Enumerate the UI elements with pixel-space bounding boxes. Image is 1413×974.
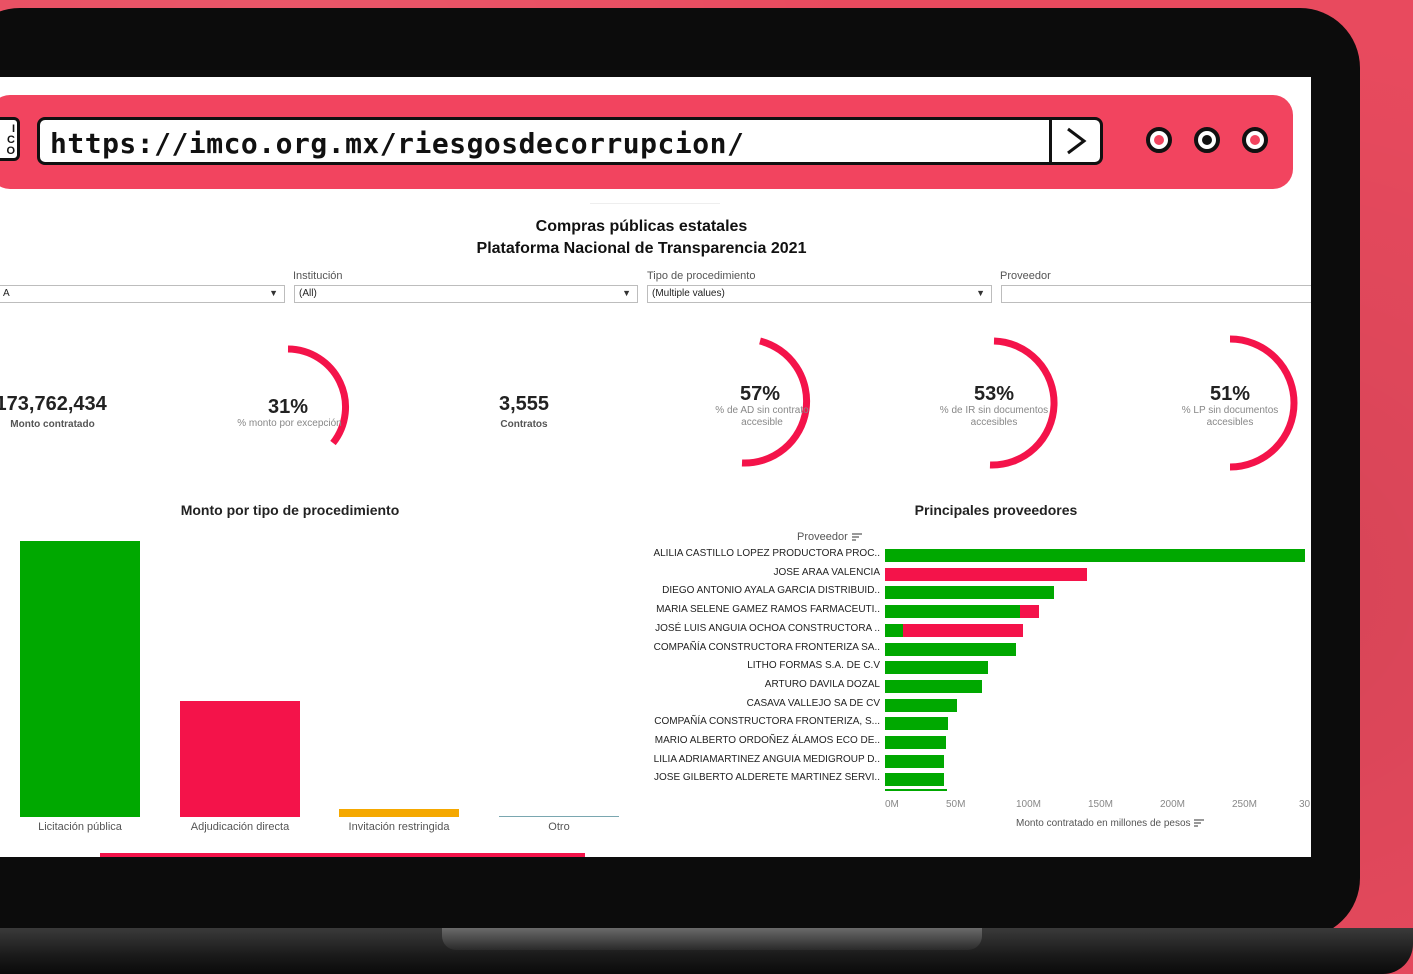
filter-proveedor-label: Proveedor xyxy=(1000,270,1051,282)
address-bar[interactable]: https://imco.org.mx/riesgosdecorrupcion/ xyxy=(37,117,1103,165)
kpi-contratos-label: Contratos xyxy=(500,419,548,430)
proveedor-header-label: Proveedor xyxy=(797,531,848,543)
kpi-lp-label-2: accesibles xyxy=(1206,417,1254,428)
proveedor-header[interactable]: Proveedor xyxy=(797,531,863,543)
tick-label: 250M xyxy=(1232,799,1258,810)
tick-label: COMPAÑÍA CONSTRUCTORA FRONTERIZA SA.. xyxy=(653,641,880,653)
sort-icon[interactable] xyxy=(851,532,863,542)
chevron-right-icon xyxy=(1067,127,1087,155)
bar[interactable] xyxy=(885,717,949,731)
tick-label: 30 xyxy=(1299,799,1311,810)
kpi-ad-label-1: % de AD sin contrato xyxy=(715,405,809,416)
chevron-down-icon: ▼ xyxy=(269,288,278,298)
filter-estado-value: A xyxy=(3,288,10,299)
tick-label: DIEGO ANTONIO AYALA GARCIA DISTRIBUID.. xyxy=(662,585,880,597)
kpi-monto-value: ,173,762,434 xyxy=(0,393,107,415)
dashboard-subtitle: Plataforma Nacional de Transparencia 202… xyxy=(476,240,807,257)
tick-label: Otro xyxy=(548,821,570,833)
url-text: https://imco.org.mx/riesgosdecorrupcion/ xyxy=(50,127,745,160)
laptop-notch xyxy=(442,928,982,950)
kpi-ad-label-2: accesible xyxy=(741,417,783,428)
bottom-accent-line xyxy=(100,853,585,857)
kpi-lp-value: 51% xyxy=(1209,383,1251,405)
bar[interactable] xyxy=(885,605,1021,619)
chevron-down-icon: ▼ xyxy=(622,288,631,298)
bar[interactable] xyxy=(885,623,904,637)
kpi-ir-label-2: accesibles xyxy=(970,417,1018,428)
chart-procedimiento-title: Monto por tipo de procedimiento xyxy=(180,502,400,518)
tick-label: Invitación restringida xyxy=(348,821,450,833)
bar[interactable] xyxy=(885,773,945,787)
filter-institucion-value: (All) xyxy=(299,288,317,299)
kpi-excepcion-label: % monto por excepción xyxy=(237,418,342,429)
window-button-2[interactable] xyxy=(1194,127,1220,153)
bar[interactable] xyxy=(499,816,619,817)
bar[interactable] xyxy=(20,541,140,817)
sort-icon[interactable] xyxy=(1193,818,1205,828)
divider xyxy=(590,203,720,204)
tick-label: MARIA SELENE GAMEZ RAMOS FARMACEUTI.. xyxy=(656,604,880,616)
x-axis-title[interactable]: Monto contratado en millones de pesos xyxy=(1016,818,1205,829)
kpi-excepcion-value: 31% xyxy=(267,396,309,418)
bar[interactable] xyxy=(885,679,983,693)
tick-label: JOSE GILBERTO ALDERETE MARTINEZ SERVI.. xyxy=(654,772,880,784)
baseline xyxy=(885,789,947,791)
filter-tipo-value: (Multiple values) xyxy=(652,288,725,299)
kpi-ir-label-1: % de IR sin documentos xyxy=(939,405,1049,416)
filter-tipo-label: Tipo de procedimiento xyxy=(647,270,756,282)
bar[interactable] xyxy=(885,661,988,675)
bar[interactable] xyxy=(885,698,957,712)
go-button[interactable] xyxy=(1049,120,1100,162)
tick-label: LILIA ADRIAMARTINEZ ANGUIA MEDIGROUP D.. xyxy=(653,753,880,765)
bar[interactable] xyxy=(903,623,1024,637)
tick-label: 0M xyxy=(885,799,899,810)
tick-label: 100M xyxy=(1016,799,1042,810)
window-button-1[interactable] xyxy=(1146,127,1172,153)
bar[interactable] xyxy=(180,701,300,817)
tick-label: Licitación pública xyxy=(38,821,122,833)
bar[interactable] xyxy=(339,809,459,817)
filter-institucion-label: Institución xyxy=(293,270,343,282)
imco-logo: ICO xyxy=(0,117,20,161)
tick-label: MARIO ALBERTO ORDOÑEZ ÁLAMOS ECO DE.. xyxy=(654,735,880,746)
kpi-ir-value: 53% xyxy=(973,383,1015,405)
filter-tipo[interactable]: (Multiple values) ▼ xyxy=(647,285,992,303)
kpi-monto-label: Monto contratado xyxy=(10,419,95,430)
tick-label: ARTURO DAVILA DOZAL xyxy=(764,678,880,690)
filter-estado[interactable]: A ▼ xyxy=(0,285,285,303)
laptop-screen: ICO https://imco.org.mx/riesgosdecorrupc… xyxy=(0,77,1311,857)
tick-label: LITHO FORMAS S.A. DE C.V xyxy=(747,660,880,672)
kpi-contratos-value: 3,555 xyxy=(498,393,550,415)
tick-label: JOSÉ LUIS ANGUIA OCHOA CONSTRUCTORA .. xyxy=(655,622,880,634)
bar[interactable] xyxy=(885,642,1017,656)
bar[interactable] xyxy=(885,736,946,749)
tick-label: 50M xyxy=(946,799,966,810)
kpi-ad-value: 57% xyxy=(739,383,781,405)
tick-label: JOSE ARAA VALENCIA xyxy=(773,566,880,578)
bar[interactable] xyxy=(885,567,1087,581)
tick-label: CASAVA VALLEJO SA DE CV xyxy=(746,697,880,709)
tick-label: COMPAÑÍA CONSTRUCTORA FRONTERIZA, S... xyxy=(654,716,880,728)
tick-label: Adjudicación directa xyxy=(190,821,290,833)
chevron-down-icon: ▼ xyxy=(976,288,985,298)
bar[interactable] xyxy=(1020,605,1039,619)
window-button-3[interactable] xyxy=(1242,127,1268,153)
filter-institucion[interactable]: (All) ▼ xyxy=(294,285,638,303)
bar[interactable] xyxy=(885,586,1055,600)
tick-label: ALILIA CASTILLO LOPEZ PRODUCTORA PROC.. xyxy=(653,548,880,559)
bar[interactable] xyxy=(885,549,1306,562)
tick-label: 150M xyxy=(1088,799,1114,810)
x-axis-title-label: Monto contratado en millones de pesos xyxy=(1016,818,1191,829)
filter-proveedor[interactable] xyxy=(1001,285,1311,303)
kpi-lp-label-1: % LP sin documentos xyxy=(1181,405,1279,416)
chart-proveedores-title: Principales proveedores xyxy=(914,502,1078,518)
tick-label: 200M xyxy=(1160,799,1186,810)
bar[interactable] xyxy=(885,754,945,768)
dashboard-title: Compras públicas estatales xyxy=(535,218,748,235)
